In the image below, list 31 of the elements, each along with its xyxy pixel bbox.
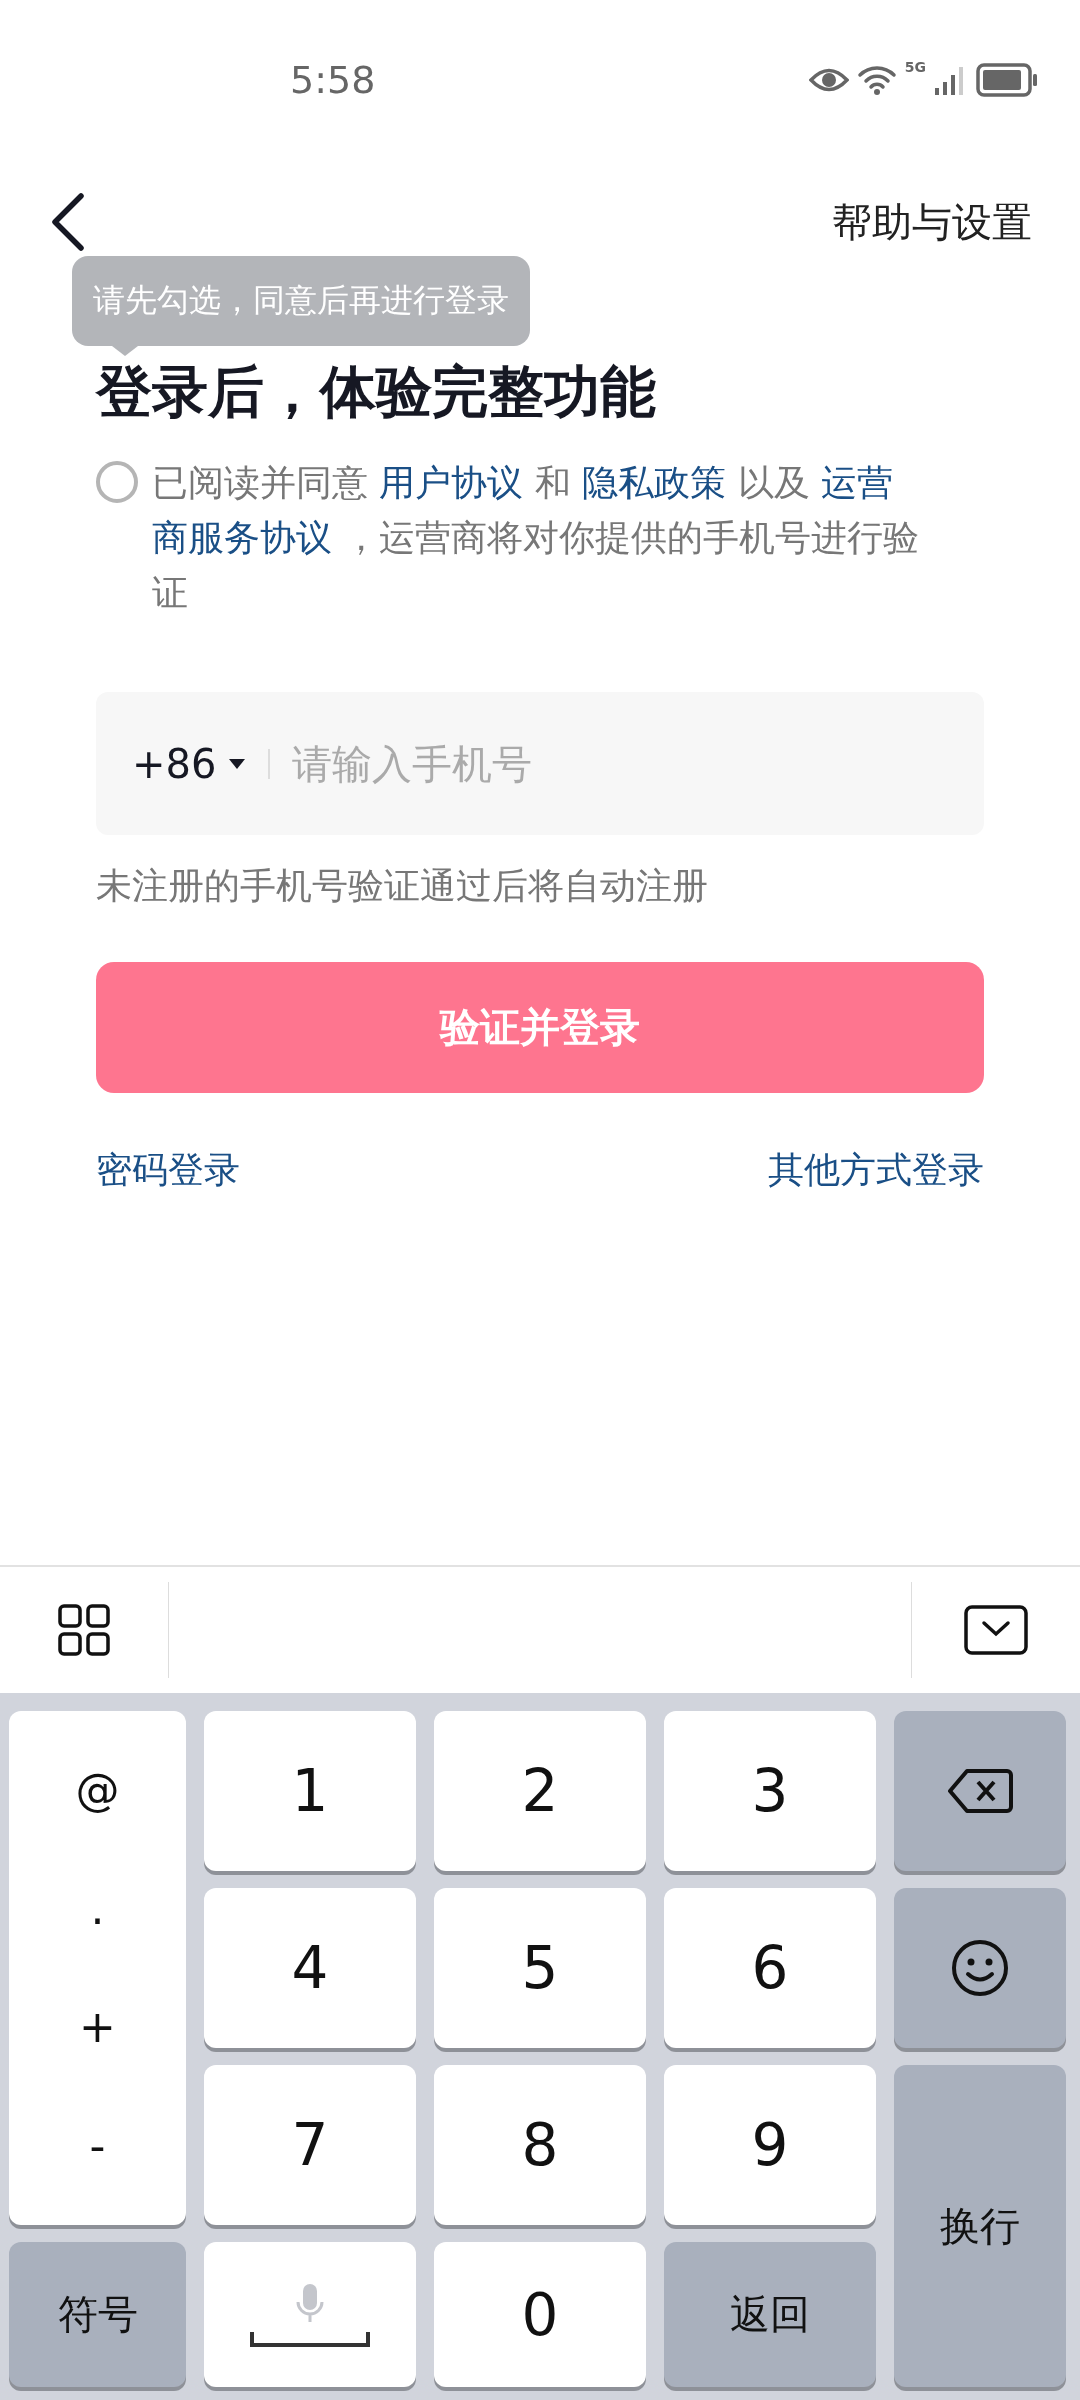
hide-keyboard-icon[interactable] [964, 1605, 1028, 1655]
symbol-key-label[interactable]: . [90, 1886, 105, 1931]
symbol-key-label[interactable]: @ [75, 1768, 120, 1813]
status-time: 5:58 [290, 58, 376, 102]
agreement-link[interactable]: 商服务协议 [152, 517, 332, 558]
microphone-icon [295, 2281, 325, 2324]
eye-icon [808, 67, 849, 93]
page-title: 登录后，体验完整功能 [96, 358, 656, 426]
wifi-icon [856, 63, 897, 97]
tooltip: 请先勾选，同意后再进行登录 [72, 256, 530, 346]
country-code-selector[interactable]: +86 [132, 740, 247, 787]
smiley-icon [951, 1939, 1009, 1997]
tooltip-pointer [112, 346, 138, 356]
agreement-link[interactable]: 运营 [821, 462, 894, 503]
agreement-link[interactable]: 隐私政策 [582, 462, 727, 503]
grid-icon[interactable] [58, 1604, 110, 1656]
agreement-radio[interactable] [96, 461, 138, 503]
space-bar-icon [250, 2329, 370, 2348]
hint-text: 未注册的手机号验证通过后将自动注册 [96, 864, 709, 908]
dropdown-icon [228, 757, 247, 770]
symbol-key-label[interactable]: - [89, 2123, 106, 2168]
symbol-key-label[interactable]: + [79, 2005, 116, 2050]
battery-icon [976, 63, 1038, 97]
backspace-icon [947, 1768, 1013, 1814]
login-option-link[interactable]: 其他方式登录 [768, 1145, 984, 1195]
help-settings-link[interactable]: 帮助与设置 [832, 194, 1032, 250]
phone-field[interactable]: +86 请输入手机号 [96, 692, 984, 835]
agreement-text: 已阅读并同意 用户协议 和 隐私政策 以及 运营 商服务协议 ，运营商将对你提供的手机号进行验证 [152, 461, 921, 615]
agreement-link[interactable]: 用户协议 [379, 462, 524, 503]
login-option-link[interactable]: 密码登录 [96, 1145, 240, 1195]
network-type: 5G [904, 59, 926, 75]
